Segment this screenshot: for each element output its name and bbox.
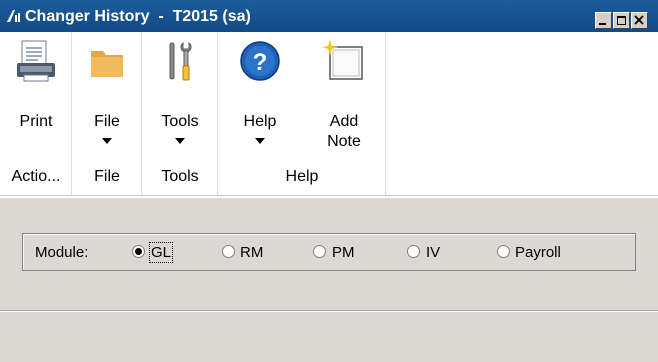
radio-label-payroll[interactable]: Payroll <box>515 244 561 261</box>
add-note-label: Add Note <box>327 113 361 150</box>
tools-label: Tools <box>161 113 199 130</box>
maximize-icon <box>617 16 626 25</box>
print-button[interactable]: Print <box>0 32 72 160</box>
radio-pm[interactable] <box>313 245 326 258</box>
radio-label-pm[interactable]: PM <box>332 244 355 261</box>
radio-iv[interactable] <box>407 245 420 258</box>
file-label: File <box>94 113 120 130</box>
maximize-button[interactable] <box>613 12 630 29</box>
chevron-down-icon <box>175 138 185 144</box>
status-divider-highlight <box>0 311 658 312</box>
ribbon-group-file: File File <box>72 32 142 195</box>
radio-payroll[interactable] <box>497 245 510 258</box>
print-icon <box>17 40 55 82</box>
help-label: Help <box>243 113 277 130</box>
add-note-button[interactable]: Add Note <box>302 32 386 160</box>
ribbon-separator <box>0 196 658 198</box>
ribbon-group-actions: Print Actio... <box>0 32 72 195</box>
help-icon: ? <box>240 41 280 81</box>
file-button[interactable]: File <box>72 32 142 160</box>
help-button[interactable]: ? Help <box>218 32 302 160</box>
ribbon: Print Actio... File File Tools Tools ? H… <box>0 32 658 196</box>
module-label: Module: <box>35 244 89 261</box>
group-label-help: Help <box>285 168 319 185</box>
radio-label-rm[interactable]: RM <box>240 244 263 261</box>
radio-gl[interactable] <box>132 245 145 258</box>
title-bar: Changer History - T2015 (sa) <box>0 0 658 32</box>
app-icon <box>7 10 20 22</box>
tools-button[interactable]: Tools <box>142 32 218 160</box>
minimize-button[interactable] <box>595 12 612 29</box>
print-label: Print <box>19 113 53 130</box>
minimize-icon <box>599 23 606 25</box>
add-note-icon <box>322 40 363 80</box>
close-icon <box>634 15 644 25</box>
ribbon-group-tools: Tools Tools <box>142 32 218 195</box>
window-title: Changer History - T2015 (sa) <box>25 8 251 25</box>
tools-icon <box>169 41 192 81</box>
chevron-down-icon <box>102 138 112 144</box>
radio-label-gl[interactable]: GL <box>148 242 174 263</box>
svg-text:?: ? <box>253 49 268 76</box>
group-label-tools: Tools <box>161 168 199 185</box>
group-label-actions: Actio... <box>11 168 61 185</box>
radio-label-iv[interactable]: IV <box>426 244 440 261</box>
folder-icon <box>91 51 123 77</box>
chevron-down-icon <box>255 138 265 144</box>
group-label-file: File <box>94 168 120 185</box>
radio-rm[interactable] <box>222 245 235 258</box>
ribbon-group-help: ? Help Add Note Help <box>218 32 386 195</box>
close-button[interactable] <box>631 12 648 29</box>
module-group-box: Module: GL RM PM IV Payroll <box>22 233 636 271</box>
